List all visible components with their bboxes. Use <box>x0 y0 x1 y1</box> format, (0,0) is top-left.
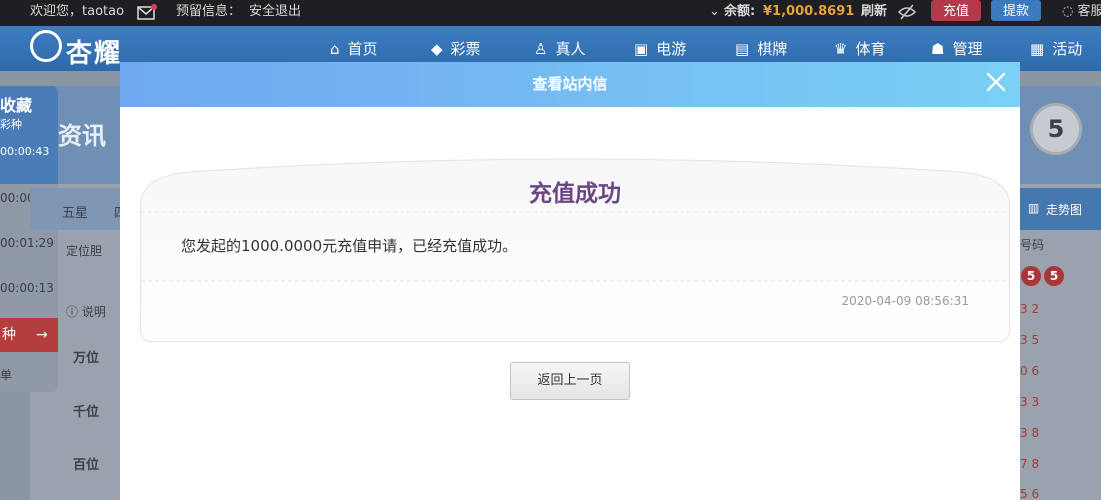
nav-label: 彩票 <box>450 40 481 58</box>
nav-item-home[interactable]: ⌂ 首页 <box>330 38 378 59</box>
play-tabs: 五星 四 <box>30 188 127 230</box>
refresh-link[interactable]: 刷新 <box>861 0 887 24</box>
cards-icon: ▤ <box>735 40 750 58</box>
timer-text: 00:01:29 <box>0 236 54 250</box>
users-icon: ☗ <box>931 40 945 58</box>
nav-item-live[interactable]: ♙ 真人 <box>534 38 585 59</box>
history-number: 5 6 <box>1020 487 1040 500</box>
trend-chart-icon: ▥ <box>1028 201 1040 215</box>
history-number: 3 2 <box>1020 302 1040 316</box>
banner-text: 资讯 <box>58 122 106 150</box>
home-icon: ⌂ <box>330 40 340 58</box>
favorites-selected-item[interactable]: 种 → <box>0 318 58 352</box>
back-button[interactable]: 返回上一页 <box>510 362 630 400</box>
modal-header: 查看站内信 <box>120 62 1020 107</box>
gamepad-icon: ▣ <box>634 40 649 58</box>
explain-link[interactable]: ⓘ 说明 <box>66 303 106 320</box>
result-ball: 5 <box>1021 266 1041 286</box>
nav-label: 体育 <box>855 40 886 58</box>
history-number: 0 6 <box>1020 364 1040 378</box>
nav-label: 真人 <box>555 40 586 58</box>
chevron-down-icon[interactable]: ⌄ <box>709 0 720 24</box>
row-label: 百位 <box>73 458 100 473</box>
withdraw-button[interactable]: 提款 <box>991 0 1042 21</box>
brand-logo[interactable]: 杏耀 <box>66 33 122 70</box>
recharge-button[interactable]: 充值 <box>931 0 982 21</box>
ticket-icon: ◆ <box>431 40 443 58</box>
trend-link[interactable]: 走势图 <box>1046 201 1082 218</box>
history-number: 3 8 <box>1020 426 1040 440</box>
history-number: 3 3 <box>1020 395 1040 409</box>
logout-link[interactable]: 安全退出 <box>249 0 301 24</box>
history-number: 3 5 <box>1020 333 1040 347</box>
result-ball: 5 <box>1044 266 1064 286</box>
info-icon: ⓘ <box>66 305 82 319</box>
nav-item-activity[interactable]: ▦ 活动 <box>1030 38 1082 59</box>
nav-label: 管理 <box>952 40 983 58</box>
gift-icon: ▦ <box>1030 40 1045 58</box>
nav-label: 电游 <box>656 40 687 58</box>
trend-header[interactable]: ▥ 走势图 <box>1020 188 1101 230</box>
timer-text: 00:00:13 <box>0 281 54 295</box>
balance-label: 余额: <box>724 4 756 19</box>
customer-service-label: 客服 <box>1077 4 1101 19</box>
reserved-info-label: 预留信息： <box>176 4 242 19</box>
message-title: 充值成功 <box>529 181 621 207</box>
logo-icon <box>30 30 62 62</box>
customer-service-link[interactable]: ◌ 客服 <box>1062 0 1101 24</box>
nav-item-egame[interactable]: ▣ 电游 <box>634 38 686 59</box>
favorites-sidebar-header: 收藏 彩种 00:00:43 <box>0 86 58 184</box>
message-date: 2020-04-09 08:56:31 <box>841 294 969 308</box>
message-letter: 充值成功 您发起的1000.0000元充值申请，已经充值成功。 2020-04-… <box>140 146 1010 342</box>
nav-item-chess[interactable]: ▤ 棋牌 <box>735 38 787 59</box>
arrow-right-icon: → <box>36 327 48 343</box>
mail-icon[interactable] <box>137 4 157 20</box>
favorites-item-label: 种 <box>2 327 16 343</box>
number-column-header: 号码 <box>1020 238 1045 252</box>
timer-text: 00:00:43 <box>0 145 50 158</box>
locate-tab[interactable]: 定位胆 <box>66 242 102 259</box>
current-issue-ball: 5 <box>1030 103 1082 155</box>
modal-title: 查看站内信 <box>532 75 608 93</box>
message-modal: 查看站内信 充值成功 您发起的1000.0000元充值申请，已经充值成功。 20… <box>120 62 1020 500</box>
nav-item-lottery[interactable]: ◆ 彩票 <box>431 38 481 59</box>
nav-item-manage[interactable]: ☗ 管理 <box>931 38 982 59</box>
trophy-icon: ♛ <box>834 40 848 58</box>
close-icon[interactable] <box>984 70 1008 94</box>
nav-label: 首页 <box>347 40 378 58</box>
person-icon: ♙ <box>534 40 548 58</box>
nav-item-sports[interactable]: ♛ 体育 <box>834 38 885 59</box>
welcome-text: 欢迎您，taotao <box>30 4 125 19</box>
favorites-subtitle: 彩种 <box>0 118 22 131</box>
chat-icon: ◌ <box>1062 4 1074 19</box>
favorites-bottom-item[interactable]: 单 <box>0 366 12 383</box>
explain-label: 说明 <box>81 305 106 319</box>
top-bar: 欢迎您，taotao 预留信息： 安全退出 ⌄ 余额: ¥1,000.8691 … <box>0 0 1101 26</box>
history-number: 7 8 <box>1020 457 1040 471</box>
favorites-title: 收藏 <box>0 96 33 115</box>
tab-five-star[interactable]: 五星 <box>62 202 88 221</box>
message-body: 您发起的1000.0000元充值申请，已经充值成功。 <box>181 237 518 255</box>
nav-label: 棋牌 <box>757 40 788 58</box>
nav-label: 活动 <box>1052 40 1083 58</box>
row-label: 万位 <box>73 351 100 366</box>
row-label: 千位 <box>73 405 100 420</box>
balance-value: ¥1,000.8691 <box>763 4 855 19</box>
